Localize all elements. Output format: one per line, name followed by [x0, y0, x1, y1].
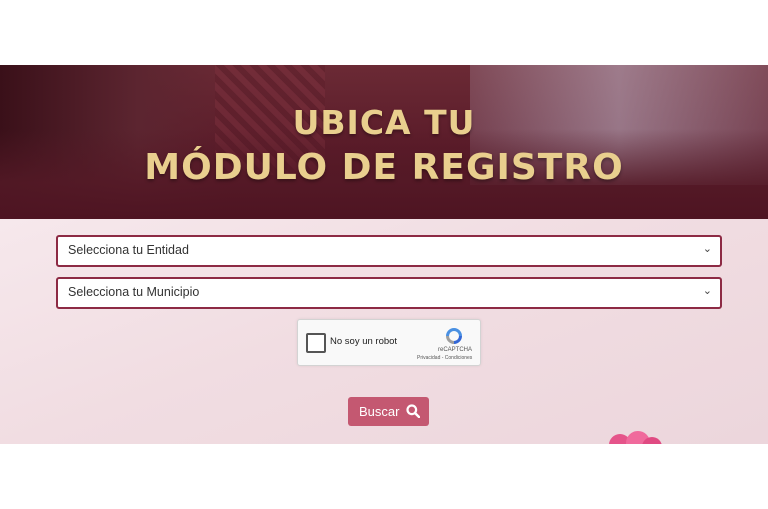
hero-title-line2: MÓDULO DE REGISTRO — [144, 147, 624, 188]
search-button-label: Buscar — [359, 404, 400, 419]
chevron-down-icon: ⌄ — [702, 284, 712, 297]
recaptcha-brand: reCAPTCHA — [438, 347, 473, 353]
hero-title-line1: UBICA TU — [292, 103, 476, 142]
municipality-select-label: Selecciona tu Municipio — [68, 285, 200, 299]
recaptcha-label: No soy un robot — [330, 336, 398, 347]
hero-banner: UBICA TU MÓDULO DE REGISTRO — [0, 65, 768, 219]
recaptcha-logo-icon — [446, 328, 462, 344]
recaptcha-widget: No soy un robot reCAPTCHA Privacidad - C… — [297, 319, 481, 366]
recaptcha-links[interactable]: Privacidad - Condiciones — [417, 355, 472, 361]
search-button[interactable]: Buscar — [348, 397, 429, 426]
search-form: Selecciona tu Entidad ⌄ Selecciona tu Mu… — [0, 219, 768, 444]
municipality-select[interactable]: Selecciona tu Municipio ⌄ — [56, 277, 722, 309]
balloon-decoration — [609, 431, 662, 444]
search-icon — [406, 404, 420, 418]
recaptcha-checkbox[interactable] — [306, 333, 326, 353]
entity-select[interactable]: Selecciona tu Entidad ⌄ — [56, 235, 722, 267]
chevron-down-icon: ⌄ — [702, 242, 712, 255]
entity-select-label: Selecciona tu Entidad — [68, 243, 189, 257]
